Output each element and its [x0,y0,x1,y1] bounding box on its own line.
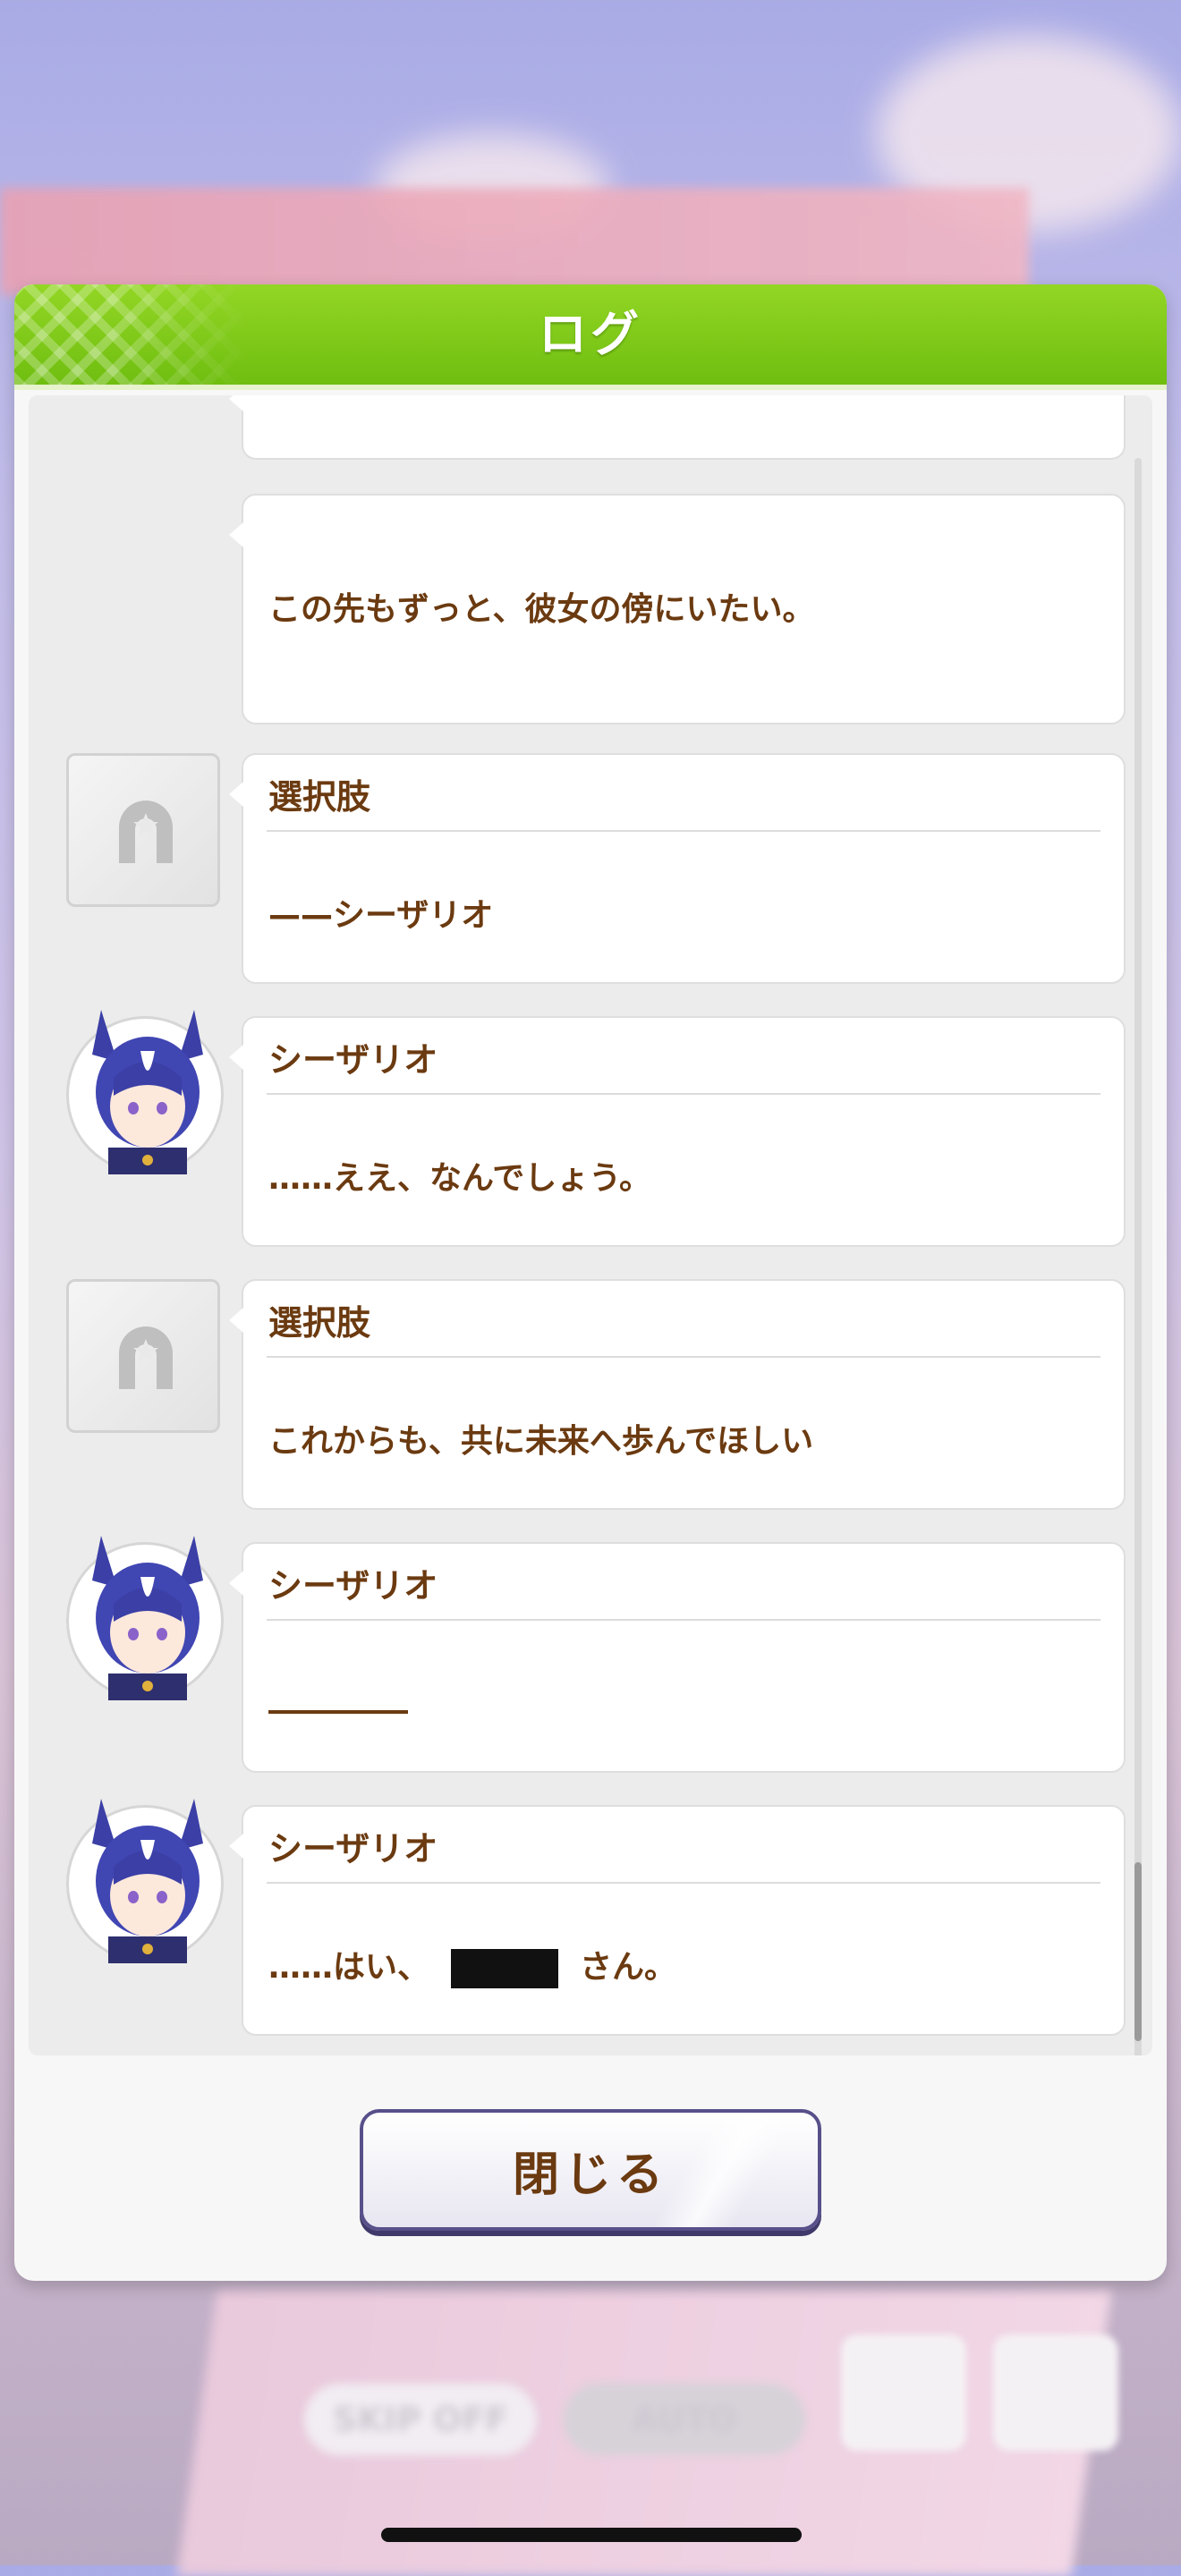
message-bubble: シーザリオ [229,1542,1126,1773]
message-bubble: この先もずっと、彼女の傍にいたい。 [229,494,1126,724]
message-text: ……ええ、なんでしょう。 [268,1160,652,1197]
scrollbar-thumb[interactable] [1134,1862,1142,2041]
character-portrait [92,1010,203,1174]
message-text [268,1692,408,1729]
message-text: ……はい、 さん。 [268,1941,676,1988]
menu-icon-background [993,2334,1118,2451]
choice-avatar [66,1279,220,1433]
speaker-name: 選択肢 [268,777,371,817]
character-portrait [92,1536,203,1700]
redacted-name [451,1949,559,1988]
home-indicator[interactable] [381,2528,802,2542]
message-bubble: シーザリオ ……はい、 さん。 [229,1805,1126,2036]
dash-line [268,1710,408,1714]
speaker-name: 選択肢 [268,1303,371,1343]
log-dialog: ログ この先もずっと、彼女の傍にいたい。 選択肢 ——シーザリオ シーザリオ …… [14,284,1167,2281]
message-bubble: 選択肢 ——シーザリオ [229,753,1126,984]
message-bubble: 選択肢 これからも、共に未来へ歩んでほしい [229,1279,1126,1510]
message-text: ——シーザリオ [268,897,494,934]
log-list[interactable]: この先もずっと、彼女の傍にいたい。 選択肢 ——シーザリオ シーザリオ ……ええ… [29,395,1152,2055]
divider [267,1619,1100,1621]
dialog-title: ログ [539,306,642,362]
background-banner [0,188,1029,295]
skip-button-background: SKIP OFF [304,2384,537,2455]
divider [267,1093,1100,1095]
message-text: これからも、共に未来へ歩んでほしい [268,1423,814,1460]
message-text-after: さん。 [580,1949,677,1986]
character-avatar [66,1536,224,1700]
dialog-header: ログ [14,284,1167,390]
choice-avatar [66,753,220,907]
divider [267,1882,1100,1884]
message-bubble [229,395,1126,460]
log-icon-background [841,2334,966,2451]
divider [267,830,1100,832]
horseshoe-icon [119,801,173,863]
divider [267,1356,1100,1358]
horseshoe-icon [119,1326,173,1389]
message-text-before: ……はい、 [268,1949,430,1986]
close-button[interactable]: 閉じる [360,2109,821,2231]
scrollbar-track[interactable] [1134,458,1142,2055]
message-text: この先もずっと、彼女の傍にいたい。 [268,591,815,628]
speaker-name: シーザリオ [268,1040,438,1080]
auto-button-background: AUTO [564,2384,805,2455]
speaker-name: シーザリオ [268,1566,438,1606]
character-avatar [66,1799,224,1963]
close-button-label: 閉じる [512,2148,668,2202]
character-portrait [92,1799,203,1963]
speaker-name: シーザリオ [268,1829,438,1868]
character-avatar [66,1010,224,1174]
message-bubble: シーザリオ ……ええ、なんでしょう。 [229,1016,1126,1247]
